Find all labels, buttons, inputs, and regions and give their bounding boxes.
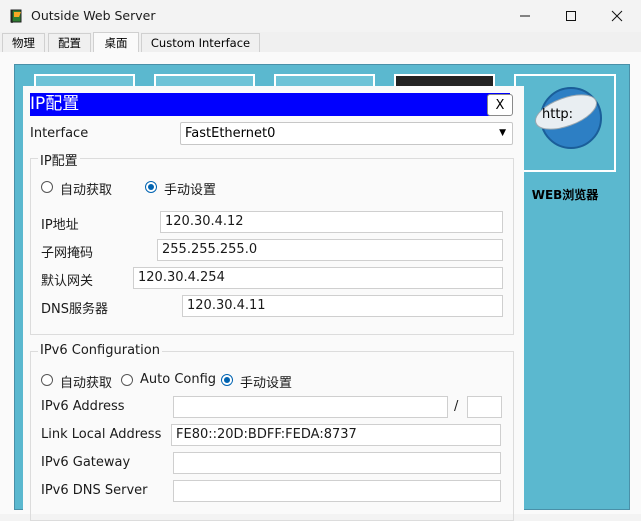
web-browser-button[interactable]: http:	[514, 74, 616, 172]
ipv4-legend: IP配置	[38, 150, 80, 169]
window-titlebar: Outside Web Server	[0, 0, 641, 31]
link-local-label: Link Local Address	[41, 427, 162, 442]
tab-physical[interactable]: 物理	[2, 33, 45, 52]
ipv4-auto-radio[interactable]	[41, 181, 53, 193]
chevron-down-icon: ▼	[499, 128, 506, 138]
dns-server-field[interactable]: 120.30.4.11	[182, 295, 503, 317]
close-icon	[611, 10, 623, 21]
ipv4-manual-radio[interactable]	[145, 181, 157, 193]
ip-address-field[interactable]: 120.30.4.12	[160, 211, 503, 233]
tab-desktop[interactable]: 桌面	[93, 32, 139, 52]
ipv6-auto-radio[interactable]	[41, 374, 53, 386]
minimize-icon	[520, 15, 530, 16]
ipv6-address-label: IPv6 Address	[41, 399, 125, 414]
default-gateway-label: 默认网关	[41, 274, 94, 289]
subnet-mask-label: 子网掩码	[41, 246, 94, 261]
tab-config[interactable]: 配置	[48, 33, 91, 52]
browser-icon-text: http:	[542, 107, 573, 122]
ipv6-address-field[interactable]	[173, 396, 448, 418]
web-browser-label: WEB浏览器	[531, 188, 599, 202]
dialog-header: IP配置	[30, 93, 510, 116]
ipv6-gateway-label: IPv6 Gateway	[41, 455, 131, 470]
default-gateway-field[interactable]: 120.30.4.254	[133, 267, 503, 289]
ipv6-manual-label: 手动设置	[240, 376, 293, 391]
ipv6-autoconfig-radio[interactable]	[121, 374, 133, 386]
dialog-title: IP配置	[30, 94, 80, 114]
ipv4-auto-label: 自动获取	[60, 183, 113, 198]
ipv6-auto-label: 自动获取	[60, 376, 113, 391]
app-icon	[10, 9, 22, 23]
link-local-field[interactable]: FE80::20D:BDFF:FEDA:8737	[171, 424, 501, 446]
interface-label: Interface	[30, 126, 89, 141]
subnet-mask-field[interactable]: 255.255.255.0	[157, 239, 503, 261]
ipv6-dns-field[interactable]	[173, 480, 501, 502]
ipv6-autoconfig-label: Auto Config	[140, 372, 217, 387]
ipv6-gateway-field[interactable]	[173, 452, 501, 474]
maximize-icon	[566, 10, 576, 21]
globe-icon: http:	[535, 87, 602, 149]
maximize-button[interactable]	[548, 0, 594, 31]
tab-bar: 物理 配置 桌面 Custom Interface	[0, 32, 641, 52]
tab-custom-interface[interactable]: Custom Interface	[141, 33, 260, 52]
interface-select-value: FastEthernet0	[185, 126, 276, 141]
dns-server-label: DNS服务器	[41, 302, 108, 317]
prefix-separator: /	[454, 399, 459, 414]
ipv6-dns-label: IPv6 DNS Server	[41, 483, 148, 498]
ipv4-manual-label: 手动设置	[164, 183, 217, 198]
minimize-button[interactable]	[502, 0, 548, 31]
ipv6-manual-radio[interactable]	[221, 374, 233, 386]
ip-address-label: IP地址	[41, 218, 79, 233]
dialog-close-button[interactable]: X	[487, 94, 513, 116]
ipv6-legend: IPv6 Configuration	[38, 343, 162, 358]
interface-select[interactable]: FastEthernet0 ▼	[180, 122, 513, 145]
window-close-button[interactable]	[594, 0, 640, 31]
window-title: Outside Web Server	[31, 8, 156, 23]
ip-config-dialog: IP配置 X Interface FastEthernet0 ▼ IP配置 自动…	[23, 86, 524, 521]
ipv6-prefix-field[interactable]	[467, 396, 502, 418]
